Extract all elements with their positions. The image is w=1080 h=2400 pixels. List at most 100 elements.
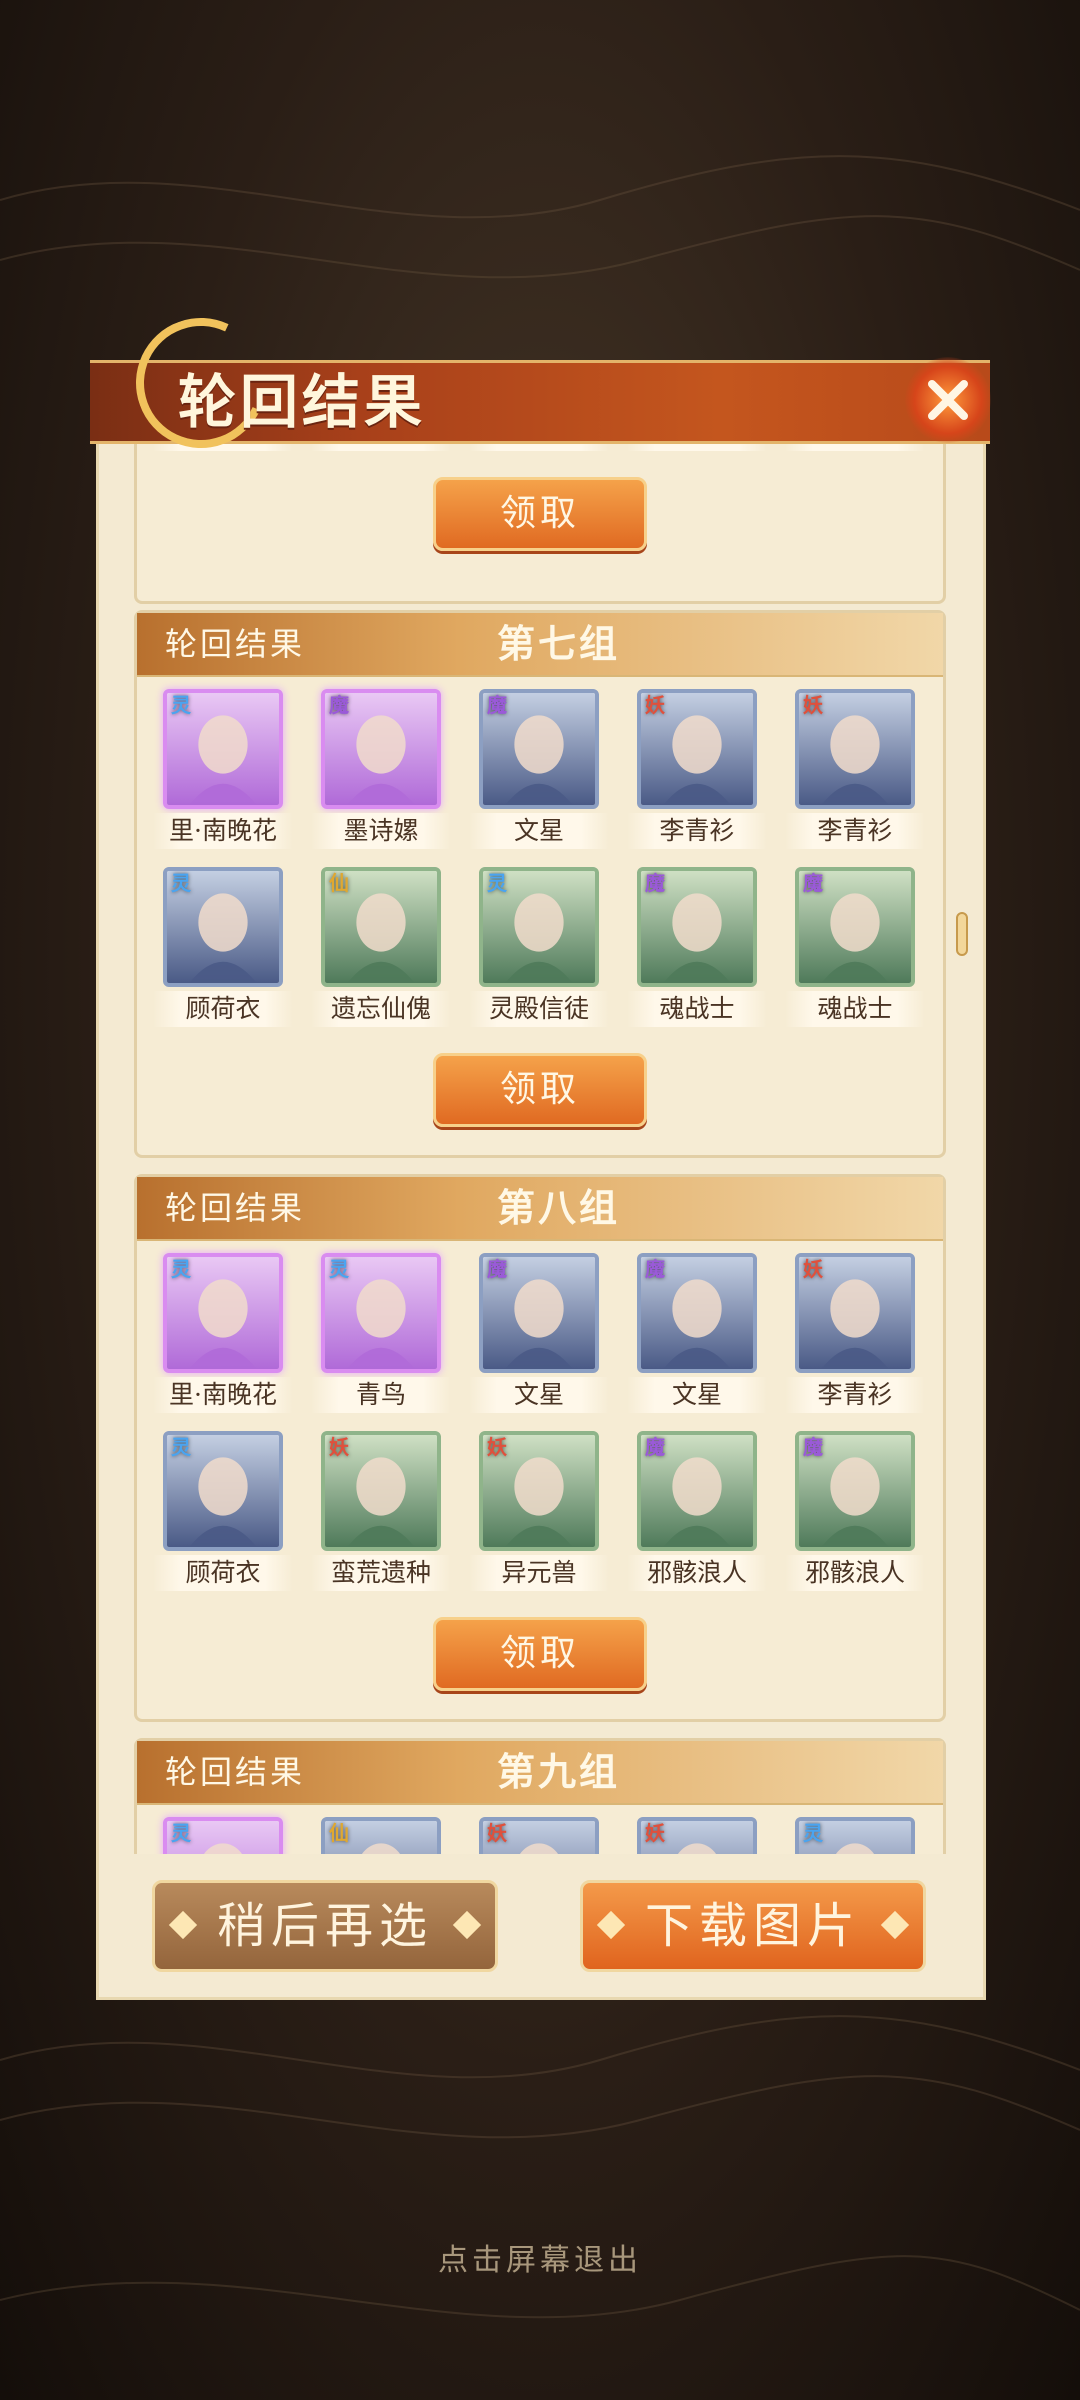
element-badge: 灵 (171, 871, 191, 895)
element-badge: 魔 (645, 871, 665, 895)
element-badge: 灵 (171, 1435, 191, 1459)
group-card: 轮回结果 第九组灵 仙 妖 妖 灵 (134, 1738, 946, 1854)
character-name: 里·南晚花 (153, 1377, 293, 1413)
element-badge: 妖 (487, 1435, 507, 1459)
diamond-ornament-icon (880, 1910, 910, 1940)
character-portrait: 灵 (479, 867, 599, 987)
group-card: 轮回结果 第七组灵里·南晚花魔墨诗嫘魔文星妖李青衫妖李青衫灵顾荷衣仙遗忘仙傀灵灵殿… (134, 610, 946, 1158)
group-header: 轮回结果 第七组 (137, 613, 943, 677)
character-card[interactable]: 妖李青衫 (627, 689, 767, 857)
character-name: 灵殿信徒 (627, 444, 767, 451)
element-badge: 灵 (171, 1821, 191, 1845)
character-portrait: 妖 (795, 689, 915, 809)
character-card[interactable]: 灵顾荷衣 (153, 867, 293, 1035)
character-name: 云海法妖 (153, 444, 293, 451)
character-card[interactable]: 灵灵殿信徒 (469, 867, 609, 1035)
character-name: 文星 (469, 1377, 609, 1413)
element-badge: 妖 (645, 693, 665, 717)
download-image-label: 下载图片 (644, 1898, 861, 1954)
character-portrait: 魔 (321, 689, 441, 809)
character-portrait: 妖 (479, 1817, 599, 1854)
character-portrait: 魔 (479, 1253, 599, 1373)
download-image-button[interactable]: 下载图片 (580, 1880, 926, 1972)
character-name: 顾荷衣 (153, 991, 293, 1027)
character-portrait: 灵 (163, 689, 283, 809)
group-header: 轮回结果 第八组 (137, 1177, 943, 1241)
character-portrait: 魔 (795, 1431, 915, 1551)
character-portrait: 魔 (637, 1253, 757, 1373)
character-card[interactable]: 魔邪骸浪人 (785, 1431, 925, 1599)
results-scroll-list[interactable]: 云海法妖云海法妖云海法妖灵殿信徒灵殿信徒 领取 轮回结果第七组灵里·南晚花魔墨诗… (110, 444, 970, 1854)
character-card[interactable]: 妖李青衫 (785, 1253, 925, 1421)
choose-later-button[interactable]: 稍后再选 (152, 1880, 498, 1972)
character-card[interactable]: 魔文星 (469, 1253, 609, 1421)
character-portrait: 魔 (637, 1431, 757, 1551)
element-badge: 灵 (171, 693, 191, 717)
character-card[interactable]: 仙 (311, 1817, 451, 1854)
character-card[interactable]: 灵青鸟 (311, 1253, 451, 1421)
character-name: 魂战士 (627, 991, 767, 1027)
character-portrait: 妖 (795, 1253, 915, 1373)
element-badge: 妖 (803, 1257, 823, 1281)
character-portrait: 灵 (163, 867, 283, 987)
character-portrait: 灵 (795, 1817, 915, 1854)
character-portrait: 魔 (479, 689, 599, 809)
group-card-partial: 云海法妖云海法妖云海法妖灵殿信徒灵殿信徒 领取 (134, 444, 946, 604)
character-name: 云海法妖 (469, 444, 609, 451)
element-badge: 魔 (803, 871, 823, 895)
character-name: 魂战士 (785, 991, 925, 1027)
character-portrait: 妖 (637, 1817, 757, 1854)
close-button[interactable] (900, 352, 996, 448)
character-card[interactable]: 妖异元兽 (469, 1431, 609, 1599)
character-card[interactable]: 魔文星 (627, 1253, 767, 1421)
close-icon (928, 380, 968, 420)
character-card[interactable]: 妖 (469, 1817, 609, 1854)
character-name: 邪骸浪人 (627, 1555, 767, 1591)
group-header-label: 轮回结果 (165, 625, 306, 663)
character-portrait: 仙 (321, 867, 441, 987)
character-card[interactable]: 妖蛮荒遗种 (311, 1431, 451, 1599)
element-badge: 仙 (329, 1821, 349, 1845)
character-name: 邪骸浪人 (785, 1555, 925, 1591)
claim-button[interactable]: 领取 (433, 477, 647, 551)
element-badge: 妖 (645, 1821, 665, 1845)
group-header-label: 轮回结果 (165, 1189, 306, 1227)
group-number: 第九组 (497, 1749, 621, 1794)
character-card[interactable]: 灵里·南晚花 (153, 1253, 293, 1421)
character-card[interactable]: 魔魂战士 (785, 867, 925, 1035)
choose-later-label: 稍后再选 (216, 1898, 433, 1954)
element-badge: 魔 (487, 693, 507, 717)
character-name: 李青衫 (627, 813, 767, 849)
character-card[interactable]: 魔文星 (469, 689, 609, 857)
character-name: 文星 (469, 813, 609, 849)
tap-to-exit-hint: 点击屏幕退出 (438, 2243, 642, 2278)
character-name: 遗忘仙傀 (311, 991, 451, 1027)
character-card[interactable]: 妖 (627, 1817, 767, 1854)
character-portrait: 灵 (163, 1253, 283, 1373)
group-number: 第八组 (497, 1185, 621, 1230)
scrollbar-thumb[interactable] (956, 912, 968, 956)
character-name: 云海法妖 (311, 444, 451, 451)
character-portrait: 魔 (637, 867, 757, 987)
claim-button[interactable]: 领取 (433, 1617, 647, 1691)
claim-button[interactable]: 领取 (433, 1053, 647, 1127)
element-badge: 灵 (487, 871, 507, 895)
character-card[interactable]: 灵顾荷衣 (153, 1431, 293, 1599)
character-card[interactable]: 魔墨诗嫘 (311, 689, 451, 857)
character-card[interactable]: 魔魂战士 (627, 867, 767, 1035)
dialog-title: 轮回结果 (178, 368, 427, 436)
character-name: 异元兽 (469, 1555, 609, 1591)
character-card[interactable]: 灵 (785, 1817, 925, 1854)
element-badge: 妖 (803, 693, 823, 717)
character-card[interactable]: 灵里·南晚花 (153, 689, 293, 857)
element-badge: 妖 (329, 1435, 349, 1459)
character-card[interactable]: 妖李青衫 (785, 689, 925, 857)
element-badge: 灵 (171, 1257, 191, 1281)
element-badge: 仙 (329, 871, 349, 895)
element-badge: 魔 (487, 1257, 507, 1281)
character-card[interactable]: 魔邪骸浪人 (627, 1431, 767, 1599)
character-name: 李青衫 (785, 813, 925, 849)
character-card[interactable]: 灵 (153, 1817, 293, 1854)
element-badge: 魔 (645, 1257, 665, 1281)
character-card[interactable]: 仙遗忘仙傀 (311, 867, 451, 1035)
